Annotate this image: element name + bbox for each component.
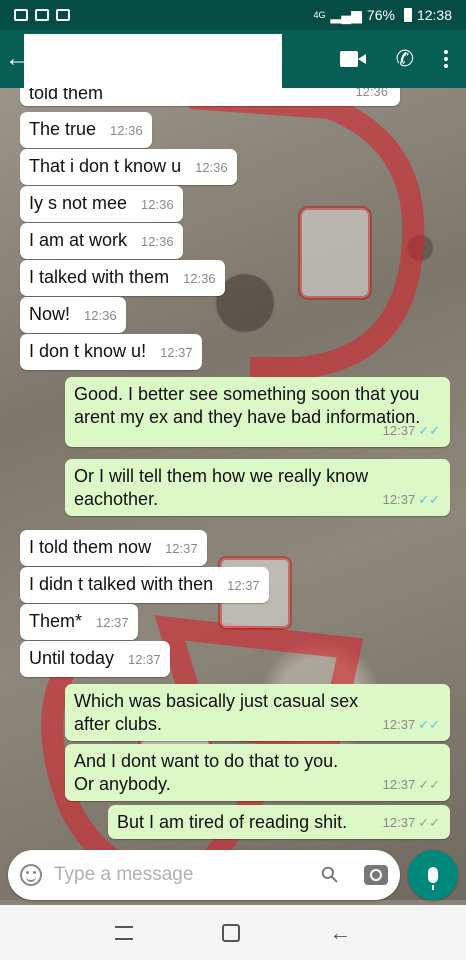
delivered-receipt-icon: ✓✓ (418, 777, 440, 792)
message-incoming[interactable]: Until today 12:37 (20, 641, 170, 677)
message-incoming[interactable]: I told them now 12:37 (20, 530, 207, 566)
attachment-icon[interactable]: ⚲ (315, 860, 345, 890)
header-actions: ✆ (339, 48, 466, 70)
chat-header: ← ✆ (0, 30, 466, 90)
gallery-notification-icon (14, 9, 28, 21)
message-time: 12:36 (141, 197, 174, 212)
message-time: 12:37 (382, 423, 416, 438)
message-meta: 12:37 ✓✓ (383, 811, 440, 834)
message-text: Them* (29, 611, 83, 631)
message-outgoing[interactable]: Which was basically just casual sex afte… (65, 684, 450, 741)
message-composer: ⚲ (8, 850, 400, 900)
message-incoming[interactable]: told them 12:36 (20, 88, 400, 106)
camera-notification-icon (35, 9, 49, 21)
message-text: I didn t talked with then (29, 574, 214, 594)
message-meta: 12:37 ✓✓ (383, 419, 440, 442)
more-options-icon[interactable] (444, 50, 448, 68)
status-bar: 4G ▂▄▆ 76% 12:38 (0, 0, 466, 30)
message-incoming[interactable]: Them* 12:37 (20, 604, 138, 640)
message-outgoing[interactable]: Or I will tell them how we really know e… (65, 459, 450, 516)
battery-icon (403, 8, 412, 22)
message-text: I don t know u! (29, 341, 147, 361)
notification-icons (14, 9, 70, 21)
message-text: Iy s not mee (29, 193, 128, 213)
clock: 12:38 (416, 7, 452, 23)
message-text: Now! (29, 304, 71, 324)
signal-icon: ▂▄▆ (330, 6, 362, 23)
message-outgoing[interactable]: But I am tired of reading shit. 12:37 ✓✓ (108, 805, 450, 839)
message-outgoing[interactable]: And I dont want to do that to you. Or an… (65, 744, 450, 801)
message-time: 12:37 (128, 652, 161, 667)
message-time: 12:37 (96, 615, 129, 630)
camera-icon[interactable] (364, 865, 388, 885)
message-time: 12:36 (183, 271, 216, 286)
message-text: told them (29, 88, 104, 103)
message-meta: 12:37 ✓✓ (383, 713, 440, 736)
delivered-receipt-icon: ✓✓ (418, 815, 440, 830)
emoji-icon[interactable] (20, 864, 42, 886)
back-nav-icon[interactable]: ← (329, 920, 351, 946)
message-outgoing[interactable]: Good. I better see something soon that y… (65, 377, 450, 447)
message-text: The true (29, 119, 97, 139)
message-meta: 12:37 ✓✓ (383, 488, 440, 511)
screenshot-notification-icon (56, 9, 70, 21)
message-text: I told them now (29, 537, 152, 557)
message-time: 12:36 (355, 88, 388, 99)
read-receipt-icon: ✓✓ (418, 717, 440, 732)
message-text: I talked with them (29, 267, 170, 287)
message-input[interactable] (54, 864, 284, 886)
message-text: Until today (29, 648, 115, 668)
battery-percent: 76% (366, 7, 395, 23)
message-time: 12:37 (382, 492, 416, 507)
message-time: 12:36 (195, 160, 228, 175)
message-incoming[interactable]: That i don t know u 12:36 (20, 149, 237, 185)
system-navigation-bar: ← (0, 905, 466, 960)
message-incoming[interactable]: The true 12:36 (20, 112, 152, 148)
message-incoming[interactable]: I didn t talked with then 12:37 (20, 567, 269, 603)
video-call-icon[interactable] (339, 51, 366, 67)
message-incoming[interactable]: I don t know u! 12:37 (20, 334, 202, 370)
message-incoming[interactable]: Iy s not mee 12:36 (20, 186, 183, 222)
system-indicators: 4G ▂▄▆ 76% 12:38 (313, 7, 452, 24)
microphone-icon (428, 867, 438, 890)
contact-name-redacted[interactable] (24, 34, 282, 90)
message-time: 12:37 (227, 578, 260, 593)
recent-apps-icon[interactable] (114, 925, 133, 940)
message-text: That i don t know u (29, 156, 182, 176)
message-incoming[interactable]: I talked with them 12:36 (20, 260, 225, 296)
message-time: 12:36 (141, 234, 174, 249)
message-incoming[interactable]: Now! 12:36 (20, 297, 126, 333)
message-time: 12:36 (110, 123, 143, 138)
home-icon[interactable] (221, 923, 240, 942)
voice-call-icon[interactable]: ✆ (396, 48, 414, 70)
message-incoming[interactable]: I am at work 12:36 (20, 223, 183, 259)
message-time: 12:37 (160, 345, 193, 360)
chat-area[interactable]: told them 12:36 The true 12:36 That i don… (0, 88, 466, 900)
message-time: 12:37 (165, 541, 198, 556)
message-text: I am at work (29, 230, 128, 250)
message-time: 12:37 (382, 777, 416, 792)
message-time: 12:37 (382, 717, 416, 732)
message-time: 12:36 (84, 308, 117, 323)
voice-message-button[interactable] (408, 850, 458, 900)
message-meta: 12:37 ✓✓ (383, 773, 440, 796)
read-receipt-icon: ✓✓ (418, 423, 440, 438)
message-time: 12:37 (382, 815, 416, 830)
read-receipt-icon: ✓✓ (418, 492, 440, 507)
network-type: 4G (313, 10, 326, 20)
